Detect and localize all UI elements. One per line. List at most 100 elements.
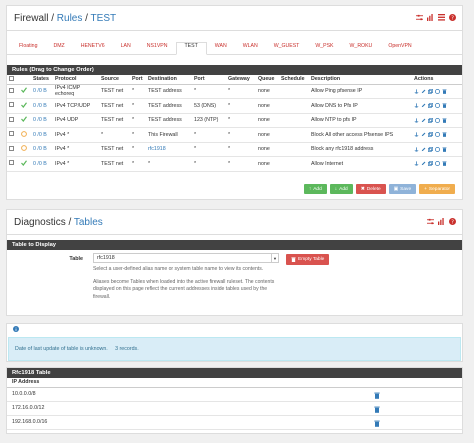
rule-row[interactable]: 0 /0 B IPv4 ICMP echoreq TEST net * TEST add…	[7, 84, 462, 99]
trash-icon[interactable]	[442, 103, 447, 109]
anchor-icon[interactable]	[414, 118, 419, 123]
disable-icon[interactable]	[435, 132, 440, 138]
block-icon[interactable]	[21, 130, 27, 137]
disable-icon[interactable]	[435, 146, 440, 152]
tab-wlan[interactable]: WLAN	[235, 41, 266, 54]
tab-test[interactable]: TEST	[175, 42, 207, 55]
rfc-table: IP Address 10.0.0.0/8 172.16.0.0/12 192.16…	[7, 378, 462, 430]
trash-icon[interactable]	[442, 118, 447, 123]
rule-checkbox[interactable]	[9, 145, 14, 151]
breadcrumb-rules[interactable]: Rules	[57, 13, 83, 24]
save-button[interactable]: ▣ Save	[388, 184, 417, 194]
rule-checkbox[interactable]	[9, 102, 14, 108]
rule-states[interactable]: 0 /0 B	[31, 156, 53, 172]
select-all-checkbox[interactable]	[9, 75, 14, 81]
table-help-2: Aliases become Tables when loaded into t…	[93, 279, 275, 300]
copy-icon[interactable]	[428, 103, 433, 109]
edit-icon[interactable]	[421, 147, 426, 152]
edit-icon[interactable]	[421, 132, 426, 137]
empty-table-button[interactable]: Empty Table	[286, 254, 330, 265]
chart-icon[interactable]	[427, 14, 434, 21]
add-top-button[interactable]: ↑ Add	[303, 184, 327, 194]
tab-ns1vpn[interactable]: NS1VPN	[139, 41, 176, 54]
chart-icon[interactable]	[438, 218, 445, 225]
copy-icon[interactable]	[428, 146, 433, 152]
copy-icon[interactable]	[428, 117, 433, 123]
rule-row[interactable]: 0 /0 B IPv4 UDP TEST net * TEST address 123 (…	[7, 113, 462, 128]
disable-icon[interactable]	[435, 117, 440, 123]
tab-openvpn[interactable]: OpenVPN	[380, 41, 419, 54]
rule-checkbox[interactable]	[9, 160, 14, 166]
rule-status	[19, 98, 31, 114]
tab-dmz[interactable]: DMZ	[45, 41, 72, 54]
settings-sliders-icon[interactable]	[416, 14, 423, 21]
trash-icon[interactable]	[442, 161, 447, 167]
rule-sport: *	[130, 127, 146, 143]
rule-row[interactable]: 0 /0 B IPv4 TCP/UDP TEST net * TEST address 5…	[7, 98, 462, 114]
trash-icon[interactable]	[374, 406, 380, 413]
trash-icon[interactable]	[442, 147, 447, 152]
tab-w-psk[interactable]: W_PSK	[307, 41, 341, 54]
trash-icon[interactable]	[374, 420, 380, 427]
disable-icon[interactable]	[435, 161, 440, 167]
rule-states[interactable]: 0 /0 B	[31, 98, 53, 114]
rule-destination[interactable]: rfc1918	[146, 142, 192, 157]
settings-sliders-icon[interactable]	[427, 218, 434, 225]
rule-checkbox[interactable]	[9, 87, 14, 93]
rule-states[interactable]: 0 /0 B	[31, 84, 53, 99]
tab-henetv6[interactable]: HENETV6	[73, 41, 113, 54]
copy-icon[interactable]	[428, 161, 433, 167]
ip-address-cell: 10.0.0.0/8	[7, 387, 462, 402]
anchor-icon[interactable]	[414, 161, 419, 166]
tab-lan[interactable]: LAN	[113, 41, 139, 54]
delete-button[interactable]: ✖ Delete	[355, 184, 386, 194]
anchor-icon[interactable]	[414, 147, 419, 152]
table-select[interactable]: rfc1918 ▼	[93, 253, 279, 263]
rule-row[interactable]: 0 /0 B IPv4 * TEST net * rfc1918 * * none Block …	[7, 142, 462, 157]
trash-icon[interactable]	[442, 132, 447, 138]
interface-tabs: Floating DMZ HENETV6 LAN NS1VPN TEST WAN…	[7, 38, 462, 55]
anchor-icon[interactable]	[414, 132, 419, 137]
help-icon[interactable]: ?	[449, 218, 456, 225]
trash-icon[interactable]	[442, 89, 447, 94]
check-icon[interactable]	[21, 102, 27, 108]
copy-icon[interactable]	[428, 88, 433, 94]
rule-checkbox[interactable]	[9, 131, 14, 137]
block-icon[interactable]	[21, 145, 27, 152]
tab-floating[interactable]: Floating	[11, 41, 45, 54]
rfc-table-title: Rfc1918 Table	[7, 368, 462, 378]
check-icon[interactable]	[21, 87, 27, 94]
tab-w-guest[interactable]: W_GUEST	[266, 41, 308, 54]
edit-icon[interactable]	[421, 89, 426, 94]
rule-row[interactable]: 0 /0 B IPv4 * * * This Firewall * * none Block A…	[7, 127, 462, 143]
rule-source: TEST net	[99, 84, 130, 99]
rule-dport: *	[192, 156, 226, 172]
trash-icon[interactable]	[374, 392, 380, 399]
rule-states[interactable]: 0 /0 B	[31, 142, 53, 157]
breadcrumb-tables[interactable]: Tables	[74, 217, 103, 228]
col-schedule: Schedule	[279, 75, 309, 85]
tab-wan[interactable]: WAN	[207, 41, 235, 54]
separator-button[interactable]: + Separator	[419, 184, 455, 194]
rule-row[interactable]: 0 /0 B IPv4 * TEST net * * * * none Allow Intern…	[7, 156, 462, 172]
rule-states[interactable]: 0 /0 B	[31, 113, 53, 128]
check-icon[interactable]	[21, 116, 27, 123]
rule-states[interactable]: 0 /0 B	[31, 127, 53, 143]
rule-checkbox[interactable]	[9, 116, 14, 122]
check-icon[interactable]	[21, 160, 27, 166]
copy-icon[interactable]	[428, 132, 433, 138]
rule-select	[7, 142, 19, 157]
edit-icon[interactable]	[421, 103, 426, 108]
anchor-icon[interactable]	[414, 103, 419, 108]
edit-icon[interactable]	[421, 161, 426, 166]
add-bottom-button[interactable]: ↓ Add	[329, 184, 353, 194]
help-icon[interactable]: ?	[449, 14, 456, 21]
list-icon[interactable]	[438, 14, 445, 21]
disable-icon[interactable]	[435, 88, 440, 94]
breadcrumb-test[interactable]: TEST	[91, 13, 117, 24]
anchor-icon[interactable]	[414, 89, 419, 94]
edit-icon[interactable]	[421, 118, 426, 123]
tab-w-roku[interactable]: W_ROKU	[342, 41, 381, 54]
ip-address-cell: 172.16.0.0/12	[7, 401, 462, 416]
disable-icon[interactable]	[435, 103, 440, 109]
